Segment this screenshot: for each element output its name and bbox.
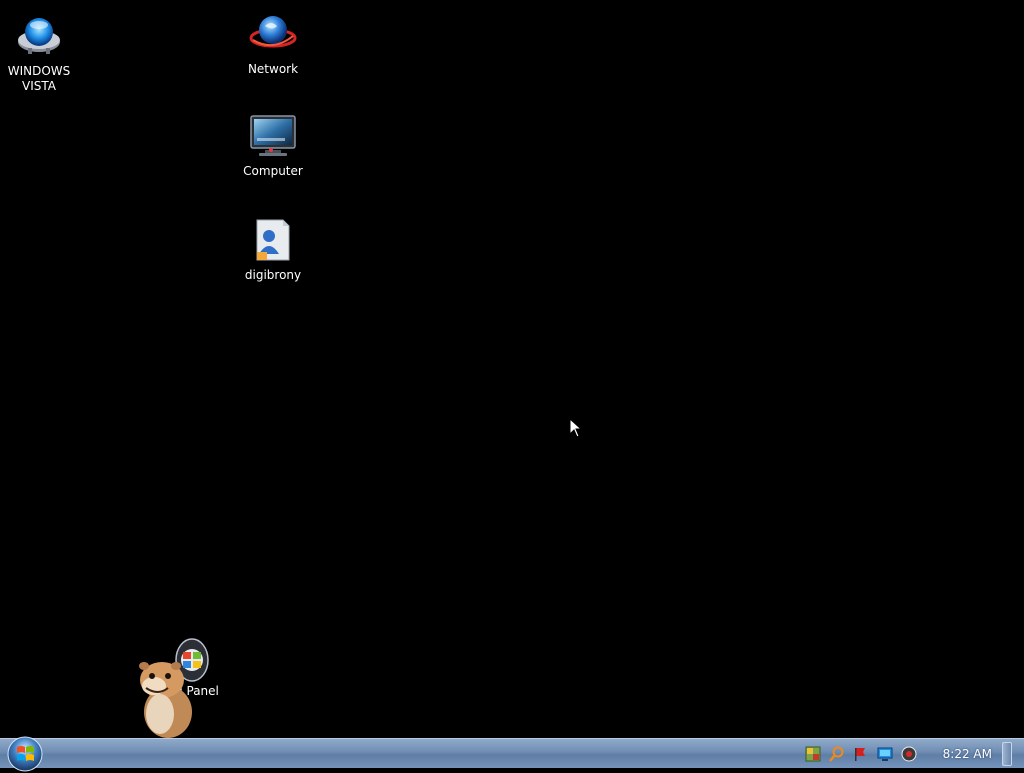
hamster-mascot-image (139, 662, 192, 738)
taskbar: 8:22 AM (0, 736, 1024, 772)
network-monitor-icon[interactable] (877, 746, 893, 762)
desktop-icon-label: WINDOWS VISTA (7, 64, 71, 93)
desktop-icon-windows-vista[interactable]: WINDOWS VISTA (1, 12, 77, 94)
windows-start-orb-icon[interactable] (6, 735, 44, 773)
show-desktop-button[interactable] (1002, 741, 1012, 766)
clock[interactable]: 8:22 AM (943, 747, 992, 761)
user-folder-icon (256, 219, 290, 261)
vista-orb-icon (18, 18, 60, 54)
desktop-icon-network[interactable]: Network (235, 10, 311, 77)
desktop-icon-digibrony[interactable]: digibrony (235, 216, 311, 283)
system-tray: 8:22 AM (801, 739, 1012, 768)
volume-icon[interactable] (901, 746, 917, 762)
network-globe-icon (249, 16, 297, 48)
security-center-icon[interactable] (805, 746, 821, 762)
mouse-cursor-icon (569, 418, 581, 438)
desktop-icon-label: digibrony (244, 268, 302, 282)
flag-icon[interactable] (853, 746, 869, 762)
desktop-icon-label: Computer (243, 164, 303, 178)
desktop-icon-computer[interactable]: Computer (235, 112, 311, 179)
search-icon[interactable] (828, 746, 845, 762)
computer-monitor-icon (250, 115, 296, 156)
desktop[interactable]: WINDOWS VISTA Network Computer digibrony… (0, 0, 1024, 738)
desktop-icon-label: Network (247, 62, 299, 76)
